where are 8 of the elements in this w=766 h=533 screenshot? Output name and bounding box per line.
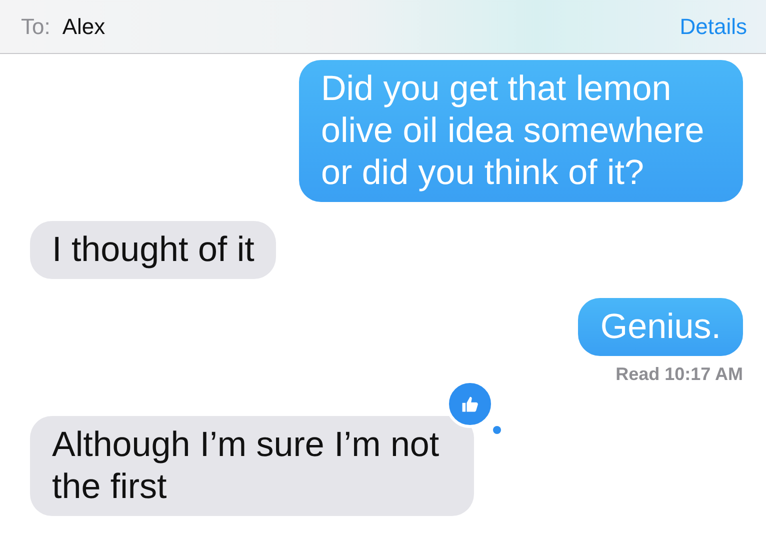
sent-message-bubble: Genius. (578, 298, 743, 356)
to-label: To: (21, 14, 50, 40)
recipient-name: Alex (62, 14, 106, 40)
read-receipt: Read 10:17 AM (616, 364, 743, 385)
received-message-bubble: I thought of it (30, 221, 276, 279)
sent-message-bubble: Did you get that lemon olive oil idea somewhere or did you think of it? (299, 60, 743, 202)
received-message-bubble: Although I’m sure I’m not the first (30, 416, 474, 516)
details-button[interactable]: Details (680, 14, 747, 40)
